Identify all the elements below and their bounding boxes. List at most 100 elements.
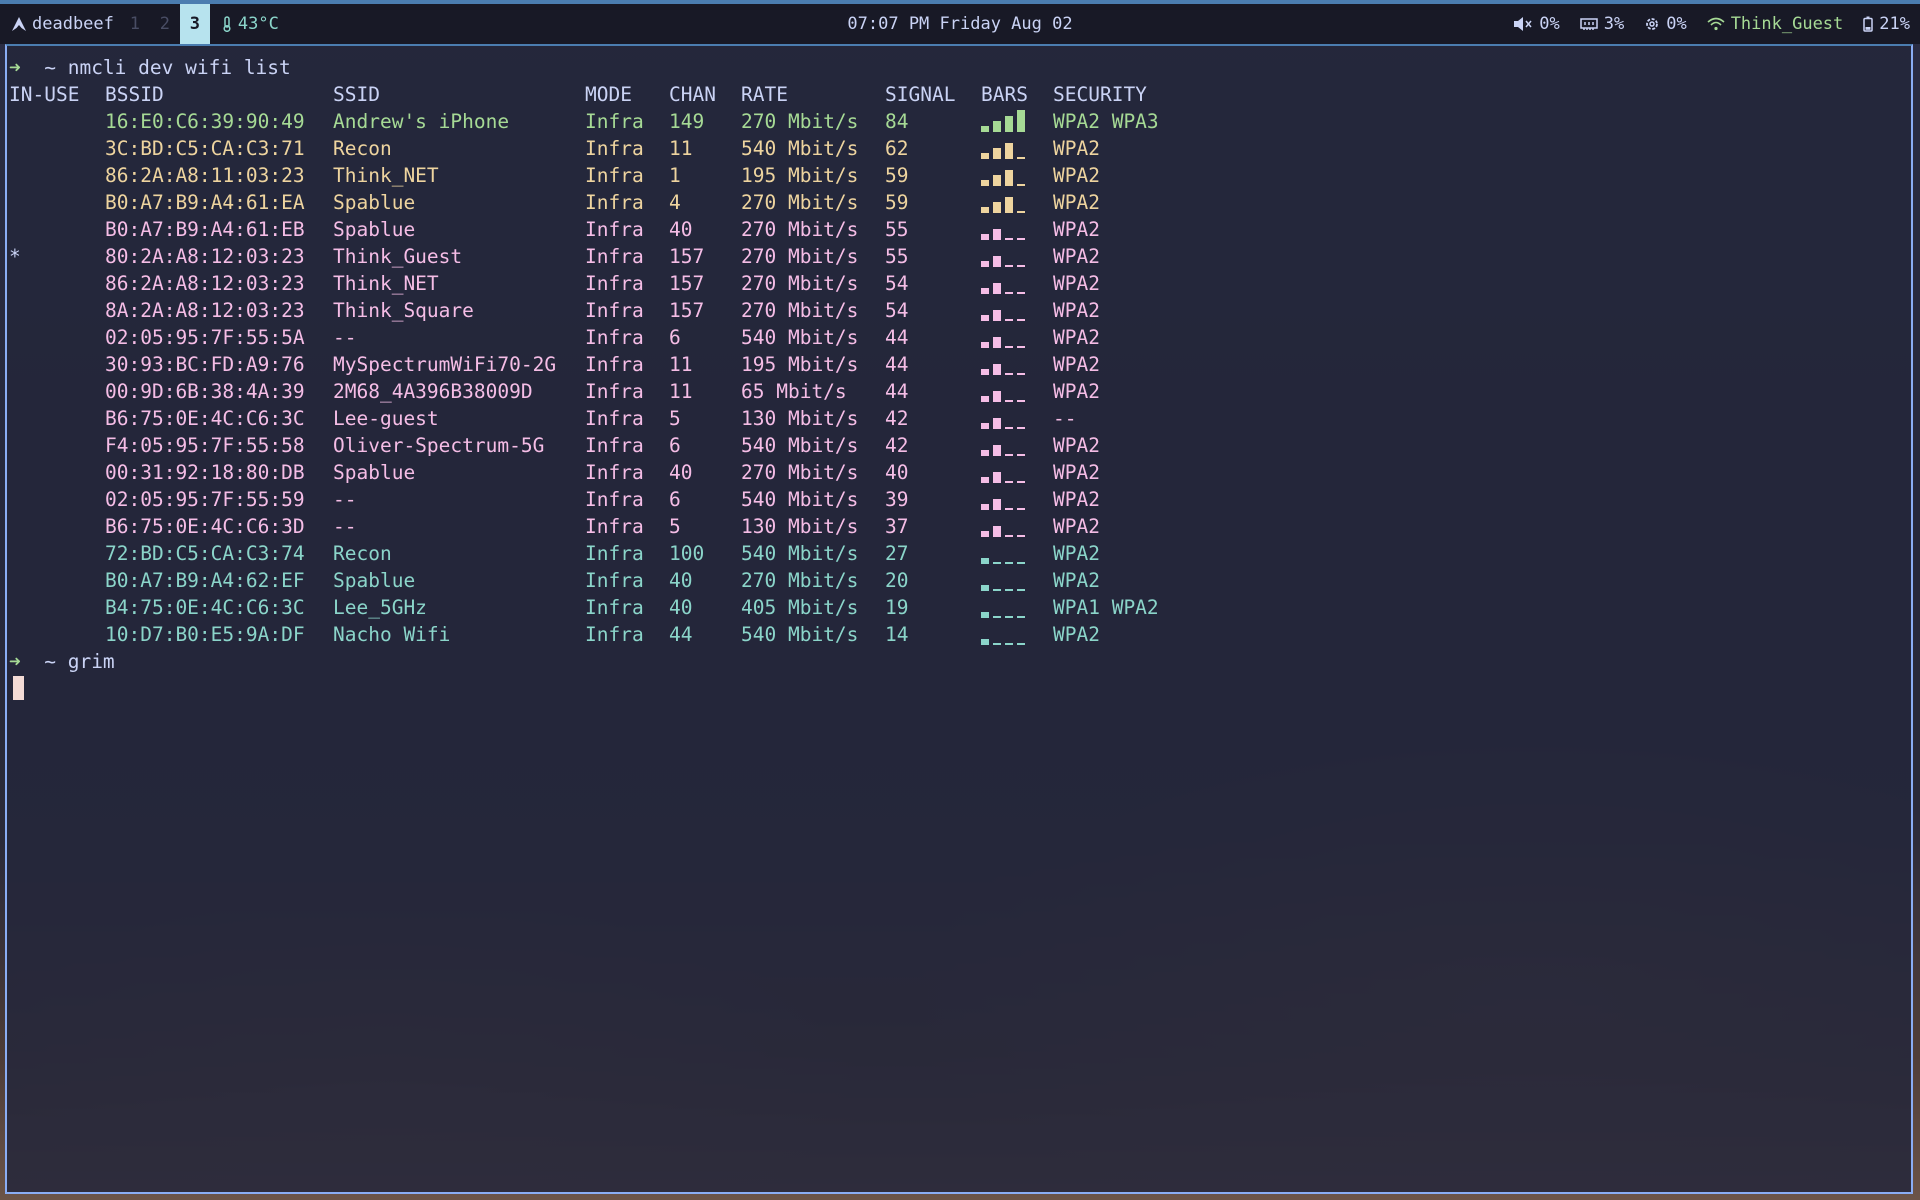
launcher[interactable]: deadbeef: [0, 14, 120, 34]
signal-bar-filled: [1005, 143, 1013, 159]
cell-security: WPA2: [1053, 380, 1100, 403]
cell-security: WPA2 WPA3: [1053, 110, 1159, 133]
cell-mode: Infra: [585, 515, 644, 538]
signal-bar-filled: [981, 558, 989, 564]
signal-bar-filled: [981, 504, 989, 510]
signal-bar-empty: [1017, 319, 1025, 321]
signal-bar-filled: [1005, 170, 1013, 186]
bar-right: 0% 3% 0% Think_Guest 21%: [1513, 4, 1910, 44]
cell-signal: 14: [885, 623, 909, 646]
cpu-widget[interactable]: 0%: [1644, 14, 1687, 34]
cell-signal: 19: [885, 596, 909, 619]
status-bar: deadbeef 1 2 3 43°C 07:07 PM Friday Aug …: [0, 0, 1920, 44]
signal-bar-filled: [993, 418, 1001, 429]
cell-bssid: 8A:2A:A8:12:03:23: [105, 299, 305, 322]
workspace-1[interactable]: 1: [120, 4, 150, 44]
cell-mode: Infra: [585, 245, 644, 268]
signal-bar-empty: [1005, 562, 1013, 564]
workspace-3[interactable]: 3: [179, 4, 210, 44]
cell-ssid: Think_NET: [333, 164, 439, 187]
cell-security: WPA2: [1053, 191, 1100, 214]
cell-mode: Infra: [585, 326, 644, 349]
signal-bars: [981, 220, 1027, 242]
cell-mode: Infra: [585, 191, 644, 214]
signal-bar-empty: [1017, 643, 1025, 645]
signal-bars: [981, 139, 1027, 161]
signal-bar-filled: [993, 148, 1001, 159]
cell-rate: 195 Mbit/s: [741, 353, 859, 376]
cell-chan: 11: [669, 137, 693, 160]
cell-mode: Infra: [585, 380, 644, 403]
cell-rate: 270 Mbit/s: [741, 191, 859, 214]
cell-ssid: Nacho Wifi: [333, 623, 451, 646]
signal-bars: [981, 247, 1027, 269]
signal-bar-filled: [993, 364, 1001, 375]
signal-bars: [981, 598, 1027, 620]
signal-bar-empty: [1005, 319, 1013, 321]
cell-chan: 44: [669, 623, 693, 646]
cell-signal: 44: [885, 353, 909, 376]
cell-signal: 44: [885, 380, 909, 403]
memory-widget[interactable]: 3%: [1579, 14, 1625, 34]
cell-rate: 270 Mbit/s: [741, 218, 859, 241]
signal-bars: [981, 274, 1027, 296]
memory-value: 3%: [1603, 14, 1625, 34]
cell-mode: Infra: [585, 407, 644, 430]
thermometer-icon: [222, 16, 232, 32]
cell-rate: 65 Mbit/s: [741, 380, 847, 403]
header-mode: MODE: [585, 83, 632, 106]
signal-bars: [981, 301, 1027, 323]
signal-bar-empty: [1005, 535, 1013, 537]
volume-widget[interactable]: 0%: [1513, 14, 1560, 34]
cell-ssid: Recon: [333, 137, 392, 160]
cell-security: WPA2: [1053, 461, 1100, 484]
signal-bar-empty: [993, 589, 1001, 591]
cell-rate: 540 Mbit/s: [741, 623, 859, 646]
cell-chan: 157: [669, 299, 705, 322]
signal-bar-filled: [981, 288, 989, 294]
cell-ssid: Recon: [333, 542, 392, 565]
signal-bar-empty: [1017, 292, 1025, 294]
cell-chan: 100: [669, 542, 705, 565]
signal-bar-empty: [1017, 265, 1025, 267]
cell-signal: 62: [885, 137, 909, 160]
cell-signal: 40: [885, 461, 909, 484]
cell-ssid: Andrew's iPhone: [333, 110, 510, 133]
signal-bar-filled: [993, 310, 1001, 321]
cell-ssid: Spablue: [333, 191, 416, 214]
signal-bar-filled: [981, 585, 989, 591]
cell-bssid: B6:75:0E:4C:C6:3D: [105, 515, 305, 538]
cell-chan: 11: [669, 353, 693, 376]
signal-bar-filled: [981, 531, 989, 537]
cell-chan: 40: [669, 218, 693, 241]
signal-bar-filled: [981, 369, 989, 375]
clock[interactable]: 07:07 PM Friday Aug 02: [847, 14, 1072, 34]
battery-widget[interactable]: 21%: [1863, 14, 1910, 34]
signal-bar-filled: [981, 234, 989, 240]
cell-mode: Infra: [585, 299, 644, 322]
cell-ssid: Think_Guest: [333, 245, 463, 268]
signal-bar-filled: [993, 121, 1001, 132]
signal-bar-empty: [1017, 454, 1025, 456]
terminal-window[interactable]: ➜ ~ nmcli dev wifi list IN-USE BSSID SSI…: [5, 44, 1913, 1194]
prompt-arrow-icon: ➜: [9, 650, 21, 673]
cell-security: WPA2: [1053, 164, 1100, 187]
cell-signal: 27: [885, 542, 909, 565]
temperature-widget[interactable]: 43°C: [222, 14, 279, 34]
cell-chan: 4: [669, 191, 681, 214]
signal-bar-filled: [993, 472, 1001, 483]
cell-rate: 270 Mbit/s: [741, 245, 859, 268]
prompt-arrow-icon: ➜: [9, 56, 21, 79]
cell-mode: Infra: [585, 137, 644, 160]
signal-bar-filled: [981, 450, 989, 456]
cell-mode: Infra: [585, 164, 644, 187]
cell-ssid: Lee-guest: [333, 407, 439, 430]
signal-bar-filled: [993, 283, 1001, 294]
cell-security: WPA2: [1053, 623, 1100, 646]
cell-chan: 40: [669, 569, 693, 592]
signal-bars: [981, 463, 1027, 485]
wifi-widget[interactable]: Think_Guest: [1707, 14, 1843, 34]
signal-bar-empty: [1017, 562, 1025, 564]
signal-bar-empty: [1017, 481, 1025, 483]
workspace-2[interactable]: 2: [150, 4, 180, 44]
